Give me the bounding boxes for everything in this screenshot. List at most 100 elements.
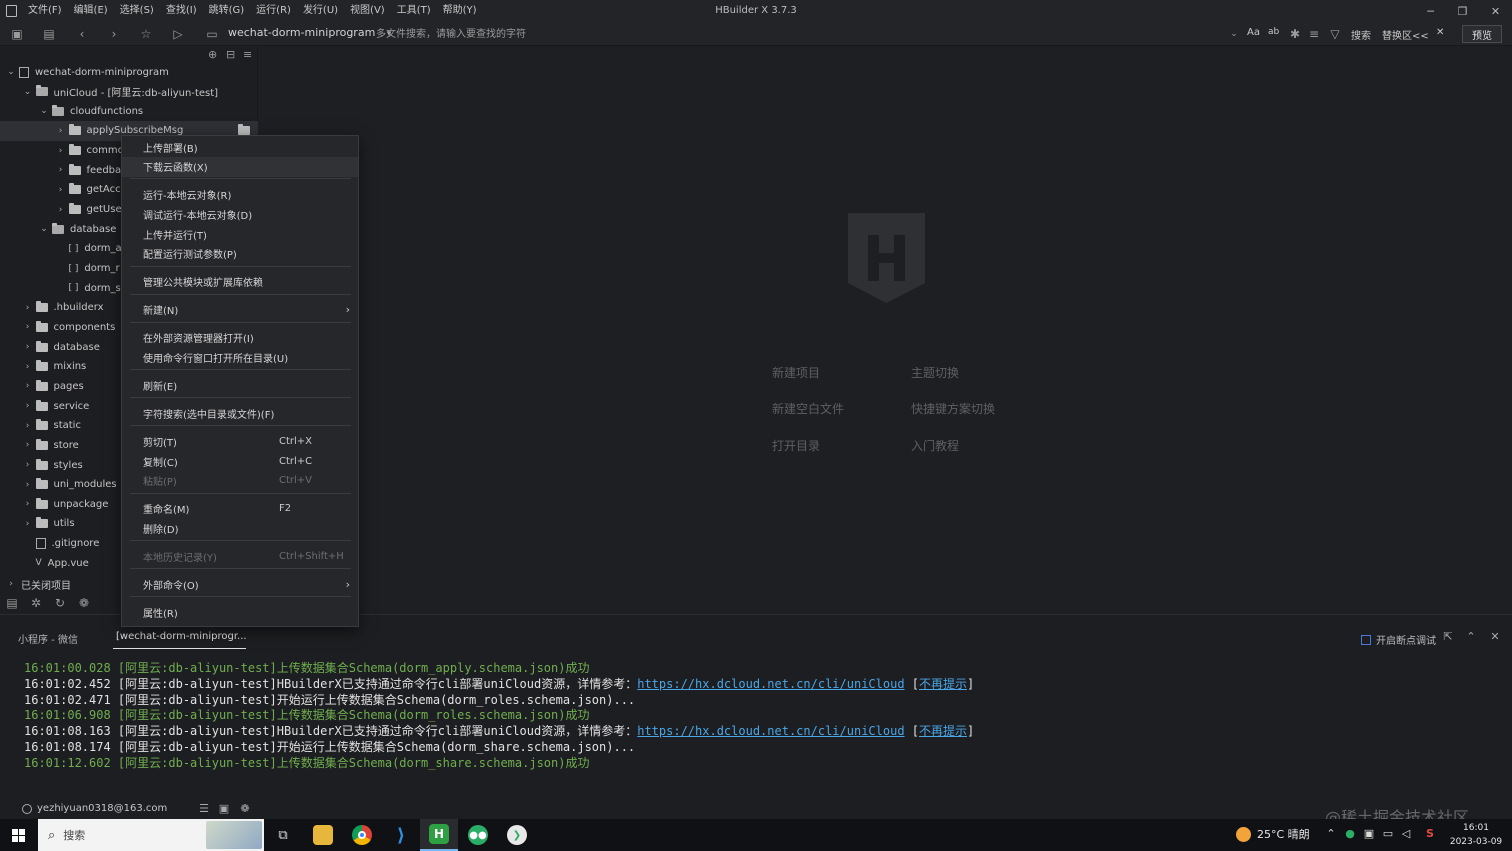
chevron-right-icon[interactable]: › (22, 519, 34, 529)
hbuilder-app[interactable]: H (420, 819, 458, 851)
menu-item-4[interactable]: 跳转(G) (203, 0, 251, 22)
open-directory-link[interactable]: 打开目录 (772, 437, 820, 454)
chevron-down-icon[interactable]: ⌄ (5, 67, 17, 77)
tab-wechat-miniprogram[interactable]: 小程序 - 微信 (18, 631, 78, 646)
menu-item-7[interactable]: 视图(V) (344, 0, 391, 22)
context-menu-item[interactable]: 删除(D) (122, 519, 358, 539)
user-account[interactable]: yezhiyuan0318@163.com (22, 803, 167, 814)
tray-overflow-icon[interactable]: ⌃ (1323, 827, 1339, 840)
save-icon[interactable]: ▤ (40, 25, 58, 43)
chevron-up-icon[interactable]: ⌃ (1463, 630, 1479, 643)
dismiss-hint-link[interactable]: 不再提示 (919, 677, 967, 691)
filter-icon[interactable]: ▽ (1326, 25, 1344, 43)
taskbar-search[interactable]: ⌕ (38, 819, 264, 851)
new-blank-file-link[interactable]: 新建空白文件 (772, 400, 844, 417)
minimize-button[interactable]: ─ (1414, 0, 1447, 22)
menu-icon[interactable]: ≡ (243, 48, 252, 61)
keymap-switch-link[interactable]: 快捷键方案切换 (911, 400, 995, 417)
plugin-icon[interactable]: ❁ (72, 596, 96, 610)
chevron-right-icon[interactable]: › (22, 303, 34, 313)
tree-item[interactable]: ⌄ wechat-dorm-miniprogram (0, 62, 258, 82)
forward-icon[interactable]: › (105, 25, 123, 43)
explorer-icon[interactable]: ▤ (0, 596, 24, 610)
tutorial-link[interactable]: 入门教程 (911, 437, 959, 454)
context-menu-item[interactable]: 属性(R) (122, 603, 358, 623)
search-button[interactable]: 搜索 (1351, 27, 1371, 42)
chevron-right-icon[interactable]: › (55, 126, 67, 136)
chevron-right-icon[interactable]: › (5, 579, 17, 589)
vscode-app[interactable]: ⟩ (382, 819, 420, 851)
wechat-tray-icon[interactable]: ● (1342, 827, 1358, 840)
context-menu-item[interactable]: 新建(N) › (122, 300, 358, 320)
list-icon[interactable]: ≡ (1305, 25, 1323, 43)
close-search-icon[interactable]: ✕ (1436, 27, 1444, 38)
context-menu-item[interactable]: 上传并运行(T) (122, 224, 358, 244)
restore-button[interactable]: ❐ (1446, 0, 1479, 22)
sync-icon[interactable]: ↻ (48, 596, 72, 610)
locate-icon[interactable]: ⊕ (208, 48, 217, 61)
chevron-right-icon[interactable]: › (55, 205, 67, 215)
menu-item-8[interactable]: 工具(T) (391, 0, 437, 22)
context-menu-item[interactable]: 在外部资源管理器打开(I) (122, 328, 358, 348)
regex-icon[interactable]: ✱ (1286, 25, 1304, 43)
match-case-toggle[interactable]: Aa (1247, 27, 1260, 38)
menu-item-5[interactable]: 运行(R) (250, 0, 297, 22)
chevron-right-icon[interactable]: › (55, 146, 67, 156)
context-menu-item[interactable]: 配置运行测试参数(P) (122, 244, 358, 264)
chevron-right-icon[interactable]: › (22, 480, 34, 490)
search-input[interactable] (376, 25, 1196, 43)
taskbar-search-input[interactable] (63, 828, 184, 842)
context-menu-item[interactable]: 剪切(T) Ctrl+X (122, 432, 358, 452)
context-menu-item[interactable]: 上传部署(B) (122, 137, 358, 157)
context-menu-item[interactable]: 字符搜索(选中目录或文件)(F) (122, 404, 358, 424)
chevron-right-icon[interactable]: › (22, 421, 34, 431)
close-button[interactable]: ✕ (1479, 0, 1512, 22)
context-menu-item[interactable]: 重命名(M) F2 (122, 499, 358, 519)
context-menu-item[interactable]: 下载云函数(X) (122, 156, 358, 177)
chevron-right-icon[interactable]: › (22, 381, 34, 391)
new-project-link[interactable]: 新建项目 (772, 364, 820, 381)
tray-app-icon[interactable]: ▣ (1361, 827, 1377, 840)
context-menu-item[interactable]: 外部命令(O) › (122, 575, 358, 595)
start-button[interactable] (0, 819, 37, 851)
wechat-devtools-app[interactable]: ❯ (498, 819, 536, 851)
back-icon[interactable]: ‹ (73, 25, 91, 43)
clear-console-icon[interactable]: ✕ (1487, 630, 1503, 643)
whole-word-toggle[interactable]: ab (1268, 27, 1279, 37)
dismiss-hint-link[interactable]: 不再提示 (919, 724, 967, 738)
plugin-status-icon[interactable]: ❁ (237, 802, 253, 815)
tab-project-console[interactable]: [wechat-dorm-miniprogr... (113, 625, 247, 649)
system-clock[interactable]: 16:01 2023-03-09 (1444, 821, 1508, 849)
menu-item-0[interactable]: 文件(F) (22, 0, 68, 22)
context-menu-item[interactable]: 调试运行-本地云对象(D) (122, 204, 358, 224)
export-icon[interactable]: ⇱ (1440, 630, 1456, 643)
chevron-down-icon[interactable]: ⌄ (1225, 25, 1243, 43)
chevron-right-icon[interactable]: › (22, 362, 34, 372)
chevron-right-icon[interactable]: › (22, 322, 34, 332)
new-file-icon[interactable]: ▣ (8, 25, 26, 43)
tree-item[interactable]: ⌄ uniCloud - [阿里云:db-aliyun-test] (0, 82, 258, 102)
chevron-right-icon[interactable]: › (22, 499, 34, 509)
menu-item-1[interactable]: 编辑(E) (68, 0, 114, 22)
docs-link[interactable]: https://hx.dcloud.net.cn/cli/uniCloud (637, 677, 904, 691)
chevron-right-icon[interactable]: › (55, 165, 67, 175)
run-icon[interactable]: ▷ (169, 25, 187, 43)
breakpoint-toggle[interactable]: 开启断点调试 (1361, 632, 1436, 647)
chevron-down-icon[interactable]: ⌄ (38, 106, 50, 116)
chevron-right-icon[interactable]: › (55, 185, 67, 195)
volume-icon[interactable]: ◁ (1398, 827, 1414, 840)
weather-widget[interactable]: 25°C 晴朗 (1236, 826, 1310, 842)
menu-item-2[interactable]: 选择(S) (114, 0, 160, 22)
wechat-app[interactable]: ●● (459, 819, 497, 851)
breakpoint-checkbox[interactable] (1361, 634, 1371, 645)
replace-toggle-button[interactable]: 替换区<< (1382, 27, 1429, 42)
file-explorer-app[interactable] (304, 819, 342, 851)
context-menu-item[interactable]: 刷新(E) (122, 376, 358, 396)
project-selector[interactable]: wechat-dorm-miniprogram ▾ (228, 26, 391, 39)
terminal-icon[interactable]: ▣ (216, 802, 232, 815)
context-menu-item[interactable]: 复制(C) Ctrl+C (122, 451, 358, 471)
outline-icon[interactable]: ☰ (196, 802, 212, 815)
chevron-down-icon[interactable]: ⌄ (22, 87, 34, 97)
context-menu-item[interactable]: 管理公共模块或扩展库依赖 (122, 272, 358, 292)
preview-button[interactable]: 预览 (1462, 25, 1502, 43)
